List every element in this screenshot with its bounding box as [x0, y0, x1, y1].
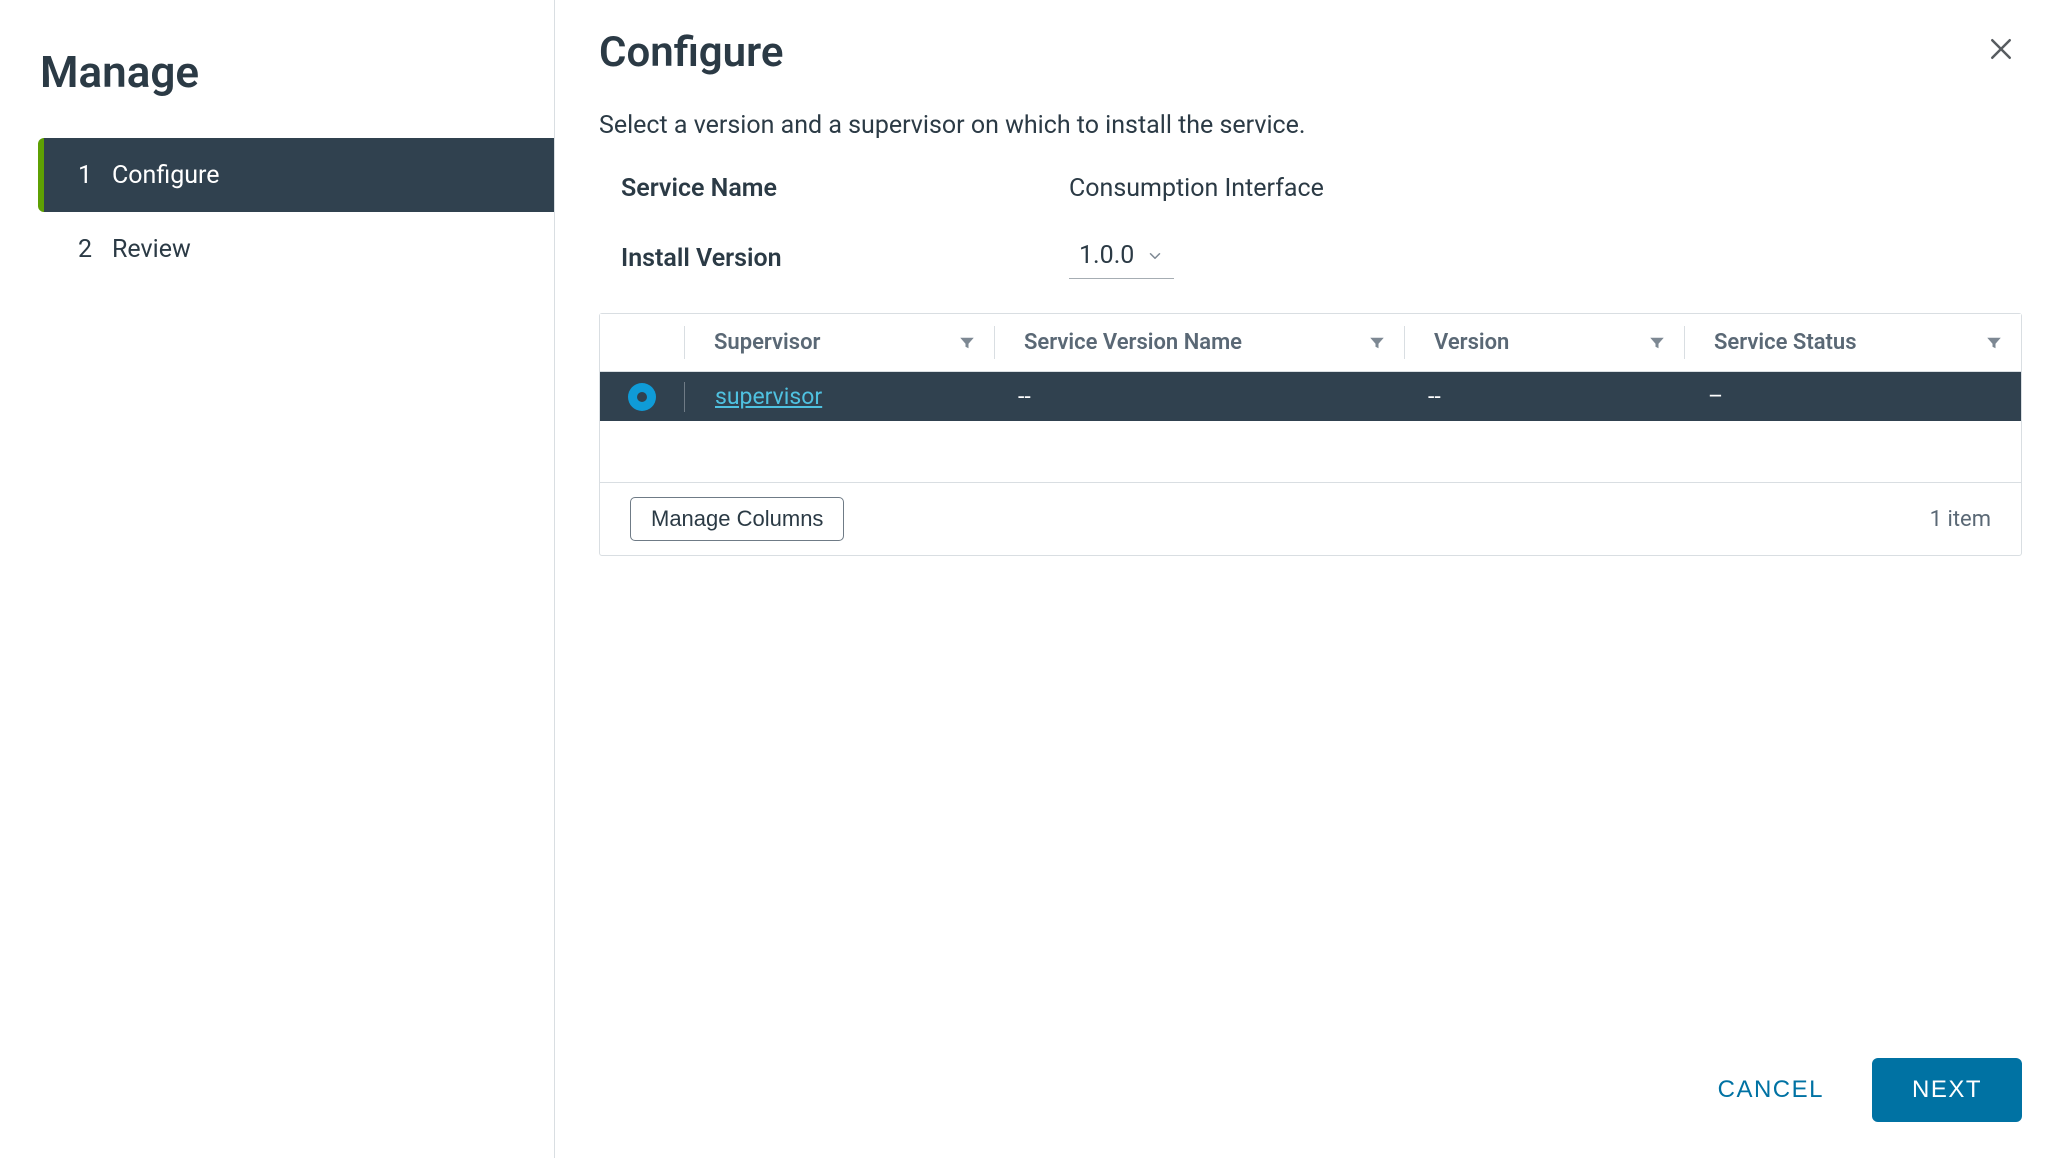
page-subtitle: Select a version and a supervisor on whi…: [599, 111, 2022, 140]
wizard-steps: 1 Configure 2 Review: [0, 138, 554, 286]
page-title: Configure: [599, 28, 783, 77]
radio-selected-icon[interactable]: [628, 383, 656, 411]
install-version-select[interactable]: 1.0.0: [1069, 237, 1174, 279]
step-label: Review: [112, 235, 191, 264]
step-configure[interactable]: 1 Configure: [38, 138, 554, 212]
service-name-value: Consumption Interface: [1069, 174, 1324, 203]
cell-version: --: [1398, 372, 1678, 421]
main-panel: Configure Select a version and a supervi…: [555, 0, 2058, 1158]
table-header: Supervisor Service Version Name Version …: [600, 314, 2021, 372]
table-row[interactable]: supervisor -- -- –: [600, 372, 2021, 421]
filter-icon[interactable]: [1368, 334, 1386, 352]
install-version-label: Install Version: [621, 244, 1069, 273]
filter-icon[interactable]: [1985, 334, 2003, 352]
manage-columns-button[interactable]: Manage Columns: [630, 497, 844, 541]
close-button[interactable]: [1980, 28, 2022, 70]
column-service-status-label: Service Status: [1714, 330, 1857, 355]
step-label: Configure: [112, 161, 220, 190]
filter-icon[interactable]: [1648, 334, 1666, 352]
item-count: 1 item: [1930, 507, 1991, 532]
table-body: supervisor -- -- –: [600, 372, 2021, 483]
column-supervisor[interactable]: Supervisor: [684, 314, 994, 371]
cell-service-status: –: [1678, 372, 2021, 421]
cell-service-version-name: --: [988, 372, 1398, 421]
step-review[interactable]: 2 Review: [38, 212, 554, 286]
sidebar: Manage 1 Configure 2 Review: [0, 0, 555, 1158]
step-number: 2: [78, 235, 112, 264]
chevron-down-icon: [1146, 247, 1164, 265]
column-service-version-name-label: Service Version Name: [1024, 330, 1242, 355]
supervisor-table: Supervisor Service Version Name Version …: [599, 313, 2022, 556]
close-icon: [1986, 34, 2016, 64]
service-name-label: Service Name: [621, 174, 1069, 203]
table-footer: Manage Columns 1 item: [600, 483, 2021, 555]
wizard-footer: CANCEL NEXT: [599, 1018, 2022, 1122]
column-service-version-name[interactable]: Service Version Name: [994, 314, 1404, 371]
install-version-row: Install Version 1.0.0: [599, 237, 2022, 279]
supervisor-link[interactable]: supervisor: [715, 383, 822, 410]
column-service-status[interactable]: Service Status: [1684, 314, 2021, 371]
cancel-button[interactable]: CANCEL: [1706, 1060, 1836, 1120]
column-version[interactable]: Version: [1404, 314, 1684, 371]
row-radio-cell[interactable]: [600, 372, 684, 421]
service-name-row: Service Name Consumption Interface: [599, 174, 2022, 203]
next-button[interactable]: NEXT: [1872, 1058, 2022, 1122]
table-empty-space: [600, 421, 2021, 483]
column-version-label: Version: [1434, 330, 1509, 355]
sidebar-title: Manage: [0, 28, 554, 138]
column-supervisor-label: Supervisor: [714, 330, 820, 355]
install-version-value: 1.0.0: [1079, 241, 1134, 270]
column-select: [600, 314, 684, 371]
filter-icon[interactable]: [958, 334, 976, 352]
step-number: 1: [78, 161, 112, 190]
